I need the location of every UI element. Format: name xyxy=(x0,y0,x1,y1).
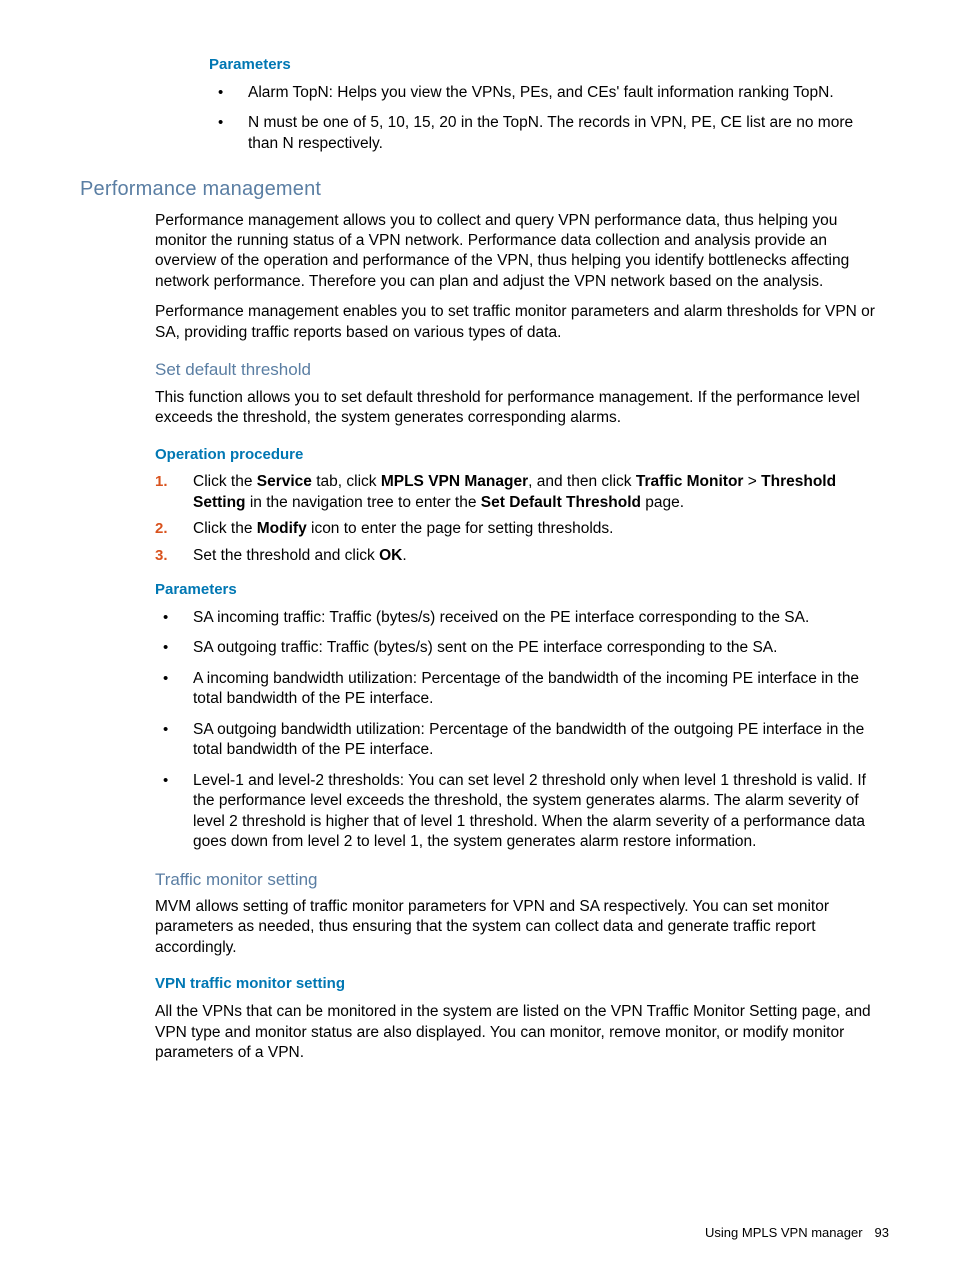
heading-vpn-traffic-monitor-setting: VPN traffic monitor setting xyxy=(155,974,879,994)
list-item: SA outgoing bandwidth utilization: Perce… xyxy=(155,720,879,761)
text: Click the xyxy=(193,473,257,490)
list-item: Alarm TopN: Helps you view the VPNs, PEs… xyxy=(210,83,879,103)
text-bold: Set Default Threshold xyxy=(481,494,641,511)
text-bold: Traffic Monitor xyxy=(636,473,744,490)
list-item: Set the threshold and click OK. xyxy=(155,546,879,566)
heading-parameters: Parameters xyxy=(209,55,879,75)
text: icon to enter the page for setting thres… xyxy=(307,520,614,537)
section-performance: Performance management allows you to col… xyxy=(155,211,879,1064)
body-text: All the VPNs that can be monitored in th… xyxy=(155,1002,879,1063)
text: Set the threshold and click xyxy=(193,547,379,564)
heading-set-default-threshold: Set default threshold xyxy=(155,359,879,381)
list-item: N must be one of 5, 10, 15, 20 in the To… xyxy=(210,113,879,154)
page-footer: Using MPLS VPN manager 93 xyxy=(705,1224,889,1241)
ordered-list: Click the Service tab, click MPLS VPN Ma… xyxy=(155,472,879,566)
text: , and then click xyxy=(528,473,636,490)
footer-text: Using MPLS VPN manager xyxy=(705,1225,863,1240)
page-number: 93 xyxy=(875,1225,889,1240)
heading-performance-management: Performance management xyxy=(80,176,879,202)
text: in the navigation tree to enter the xyxy=(246,494,481,511)
list-item: A incoming bandwidth utilization: Percen… xyxy=(155,669,879,710)
bullet-list: Alarm TopN: Helps you view the VPNs, PEs… xyxy=(210,83,879,154)
text: > xyxy=(743,473,761,490)
body-text: MVM allows setting of traffic monitor pa… xyxy=(155,897,879,958)
list-item: Level-1 and level-2 thresholds: You can … xyxy=(155,771,879,853)
text-bold: MPLS VPN Manager xyxy=(381,473,528,490)
list-item: SA outgoing traffic: Traffic (bytes/s) s… xyxy=(155,638,879,658)
heading-traffic-monitor-setting: Traffic monitor setting xyxy=(155,869,879,891)
text: . xyxy=(402,547,406,564)
text: Click the xyxy=(193,520,257,537)
text: tab, click xyxy=(312,473,381,490)
list-item: SA incoming traffic: Traffic (bytes/s) r… xyxy=(155,608,879,628)
text-bold: OK xyxy=(379,547,402,564)
list-item: Click the Modify icon to enter the page … xyxy=(155,519,879,539)
heading-operation-procedure: Operation procedure xyxy=(155,445,879,465)
heading-parameters: Parameters xyxy=(155,580,879,600)
text-bold: Service xyxy=(257,473,312,490)
list-item: Click the Service tab, click MPLS VPN Ma… xyxy=(155,472,879,513)
bullet-list: SA incoming traffic: Traffic (bytes/s) r… xyxy=(155,608,879,853)
body-text: Performance management allows you to col… xyxy=(155,211,879,293)
page: Parameters Alarm TopN: Helps you view th… xyxy=(0,0,954,1271)
section-parameters-top: Parameters Alarm TopN: Helps you view th… xyxy=(155,55,879,154)
body-text: This function allows you to set default … xyxy=(155,388,879,429)
body-text: Performance management enables you to se… xyxy=(155,302,879,343)
text-bold: Modify xyxy=(257,520,307,537)
text: page. xyxy=(641,494,684,511)
